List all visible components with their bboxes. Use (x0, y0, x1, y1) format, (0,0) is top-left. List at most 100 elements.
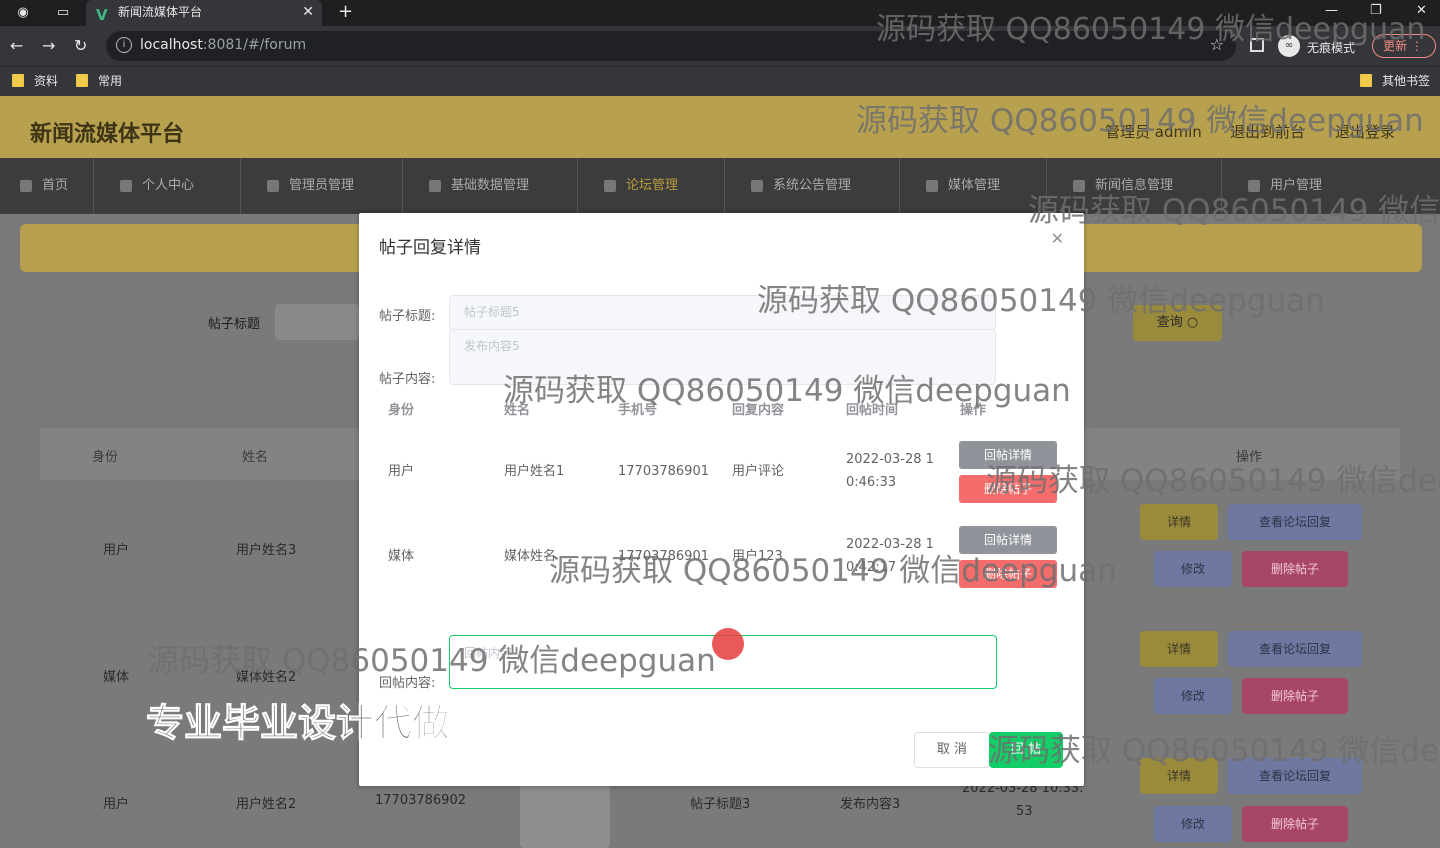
nav-item-announcements[interactable]: 系统公告管理 (725, 158, 900, 214)
table-cell: 53 (1016, 804, 1033, 819)
th-name[interactable]: 姓名 (242, 446, 268, 465)
home-icon (20, 179, 32, 192)
users-icon (1248, 179, 1260, 192)
browser-tab[interactable]: V 新闻流媒体平台 ✕ (86, 0, 322, 26)
vue-logo-icon: V (96, 6, 108, 24)
back-icon[interactable]: ← (10, 36, 23, 56)
edit-button[interactable]: 修改 (1154, 678, 1232, 714)
view-replies-button[interactable]: 查看论坛回复 (1228, 504, 1362, 540)
browser-tab-bar: ◉ ▭ V 新闻流媒体平台 ✕ + — ❐ ✕ (0, 0, 1440, 26)
table-cell: 用户 (103, 543, 130, 558)
reply-th-phone: 手机号 (618, 403, 658, 418)
table-cell: 帖子标题3 (690, 797, 751, 812)
update-button[interactable]: 更新 ⋮ (1372, 34, 1436, 58)
nav-item-users[interactable]: 用户管理 (1222, 158, 1440, 214)
data-icon (429, 179, 441, 192)
admin-icon (267, 179, 279, 192)
submit-reply-button[interactable]: 回 帖 (989, 732, 1063, 768)
reply-cell: 用户姓名1 (504, 464, 565, 479)
detail-button[interactable]: 详情 (1140, 504, 1218, 540)
tab-close-icon[interactable]: ✕ (302, 0, 314, 24)
other-bookmarks[interactable]: 其他书签 (1360, 73, 1430, 89)
search-input[interactable] (275, 304, 359, 340)
post-thumbnail (520, 780, 610, 848)
bookmark-folder-changyong[interactable]: 常用 (76, 73, 122, 89)
post-title-label: 帖子标题: (379, 309, 436, 324)
edit-button[interactable]: 修改 (1154, 551, 1232, 587)
news-icon (1073, 179, 1085, 192)
folder-icon (76, 74, 88, 87)
reply-cell: 用户 (388, 464, 415, 479)
nav-item-profile[interactable]: 个人中心 (94, 158, 241, 214)
reply-detail-button[interactable]: 回帖详情 (959, 526, 1057, 554)
bookmark-folder-ziliao[interactable]: 资料 (12, 73, 58, 89)
url-text: localhost:8081/#/forum (140, 37, 307, 53)
nav-item-base-data[interactable]: 基础数据管理 (403, 158, 578, 214)
reply-cell: 17703786901 (618, 464, 709, 479)
new-tab-icon[interactable]: + (338, 0, 353, 24)
th-identity[interactable]: 身份 (92, 446, 118, 465)
delete-reply-button[interactable]: 删除帖子 (959, 560, 1057, 588)
view-replies-button[interactable]: 查看论坛回复 (1228, 631, 1362, 667)
main-nav: 首页 个人中心 管理员管理 基础数据管理 论坛管理 系统公告管理 媒体管理 新闻… (0, 158, 1440, 214)
reply-content-label: 回帖内容: (379, 676, 436, 691)
reply-th-name: 姓名 (504, 403, 531, 418)
table-cell: 发布内容3 (840, 797, 901, 812)
reply-detail-dialog: 帖子回复详情 ✕ 帖子标题: 帖子标题5 发布内容5 帖子内容: 身份 姓名 手… (359, 213, 1084, 786)
reply-detail-button[interactable]: 回帖详情 (959, 441, 1057, 469)
bookmark-star-icon[interactable]: ☆ (1210, 35, 1224, 54)
delete-button[interactable]: 删除帖子 (1242, 551, 1348, 587)
table-cell: 用户 (103, 797, 130, 812)
view-replies-button[interactable]: 查看论坛回复 (1228, 758, 1362, 794)
reply-th-time: 回帖时间 (846, 403, 899, 418)
close-icon[interactable]: ✕ (1051, 229, 1064, 248)
delete-button[interactable]: 删除帖子 (1242, 678, 1348, 714)
query-button[interactable]: 查询 ○ (1133, 305, 1222, 341)
back-to-front-link[interactable]: 退出到前台 (1230, 121, 1305, 142)
reply-cell: 2022-03-28 1 (846, 537, 934, 552)
reply-th-identity: 身份 (388, 403, 415, 418)
table-cell: 用户姓名2 (236, 797, 297, 812)
nav-item-admins[interactable]: 管理员管理 (241, 158, 403, 214)
reply-cell: 媒体姓名 (504, 549, 557, 564)
forum-icon (604, 179, 616, 192)
nav-item-news[interactable]: 新闻信息管理 (1047, 158, 1222, 214)
restore-icon[interactable]: ❐ (1370, 0, 1382, 22)
reply-cell: 媒体 (388, 549, 415, 564)
post-content-label: 帖子内容: (379, 372, 436, 387)
minimize-icon[interactable]: — (1325, 0, 1338, 22)
edit-button[interactable]: 修改 (1154, 806, 1232, 842)
forward-icon[interactable]: → (42, 36, 55, 56)
reply-th-actions: 操作 (960, 403, 987, 418)
reply-cell: 2022-03-28 1 (846, 452, 934, 467)
reply-cell: 0:42:17 (846, 560, 897, 575)
tab-search-icon[interactable]: ▭ (54, 4, 72, 22)
detail-button[interactable]: 详情 (1140, 631, 1218, 667)
folder-icon (1360, 74, 1372, 87)
reply-cell: 用户123 (732, 549, 783, 564)
table-cell: 媒体姓名2 (236, 670, 297, 685)
reload-icon[interactable]: ↻ (74, 36, 87, 56)
site-info-icon[interactable]: i (116, 37, 132, 53)
nav-item-forum[interactable]: 论坛管理 (578, 158, 725, 214)
nav-item-home[interactable]: 首页 (0, 158, 94, 214)
url-input[interactable]: i localhost:8081/#/forum ☆ (106, 31, 1236, 61)
th-actions: 操作 (1236, 450, 1263, 465)
nav-item-media[interactable]: 媒体管理 (900, 158, 1047, 214)
reply-th-content: 回复内容 (732, 403, 785, 418)
browser-menu-icon[interactable]: ◉ (14, 4, 32, 22)
close-window-icon[interactable]: ✕ (1416, 0, 1427, 22)
cancel-button[interactable]: 取 消 (914, 732, 990, 768)
app-header: 新闻流媒体平台 管理员 admin 退出到前台 退出登录 (0, 96, 1440, 158)
reply-cell: 用户评论 (732, 464, 785, 479)
side-panel-icon[interactable] (1250, 38, 1264, 52)
reply-cell: 17703786901 (618, 549, 709, 564)
detail-button[interactable]: 详情 (1140, 758, 1218, 794)
delete-reply-button[interactable]: 删除帖子 (959, 475, 1057, 503)
incognito-label: 无痕模式 (1307, 41, 1356, 55)
promo-banner: 专业毕业设计代做 (145, 701, 451, 746)
current-user: 管理员 admin (1105, 123, 1202, 141)
user-icon (120, 179, 132, 192)
delete-button[interactable]: 删除帖子 (1242, 806, 1348, 842)
logout-link[interactable]: 退出登录 (1335, 121, 1395, 142)
